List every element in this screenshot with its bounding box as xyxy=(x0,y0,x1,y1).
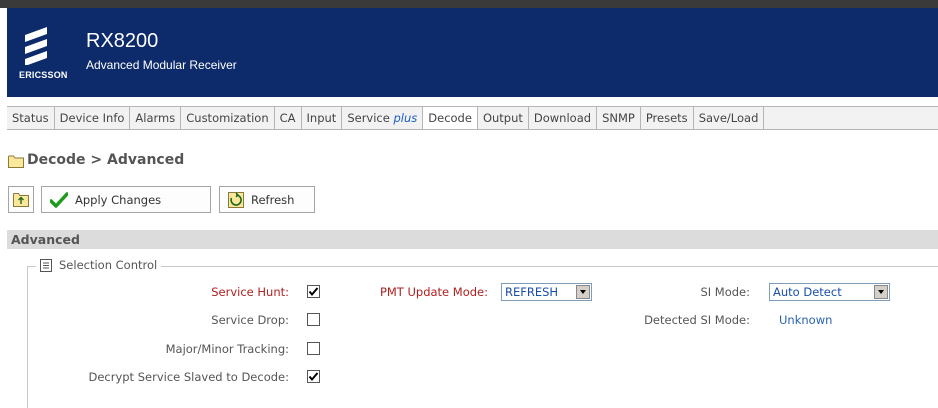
list-icon xyxy=(40,258,52,272)
top-strip xyxy=(0,0,938,8)
pmt-update-mode-select[interactable]: REFRESH xyxy=(501,283,592,301)
pmt-update-mode-value: REFRESH xyxy=(505,285,559,299)
si-mode-select[interactable]: Auto Detect xyxy=(769,283,890,301)
si-mode-value: Auto Detect xyxy=(773,285,842,299)
folder-up-icon xyxy=(13,193,29,207)
tab-service-label: Service xyxy=(347,111,394,125)
check-icon xyxy=(308,287,319,297)
chevron-down-icon xyxy=(874,285,888,299)
apply-changes-label: Apply Changes xyxy=(75,192,162,207)
checkmark-icon xyxy=(50,191,68,208)
decrypt-service-slaved-checkbox[interactable] xyxy=(307,370,320,383)
up-level-button[interactable] xyxy=(8,186,34,213)
tab-customization[interactable]: Customization xyxy=(181,107,275,129)
main-tabs: Status Device Info Alarms Customization … xyxy=(7,106,938,130)
tab-service-plus[interactable]: Service plus xyxy=(342,107,424,129)
tab-ca[interactable]: CA xyxy=(275,107,302,129)
group-legend: Selection Control xyxy=(36,258,162,272)
refresh-label: Refresh xyxy=(251,192,295,207)
app-header: ERICSSON RX8200 Advanced Modular Receive… xyxy=(7,8,938,97)
decrypt-service-slaved-label: Decrypt Service Slaved to Decode: xyxy=(88,370,289,384)
tab-decode[interactable]: Decode xyxy=(423,107,478,129)
service-drop-label: Service Drop: xyxy=(211,313,289,327)
service-hunt-checkbox[interactable] xyxy=(307,285,320,298)
tab-output[interactable]: Output xyxy=(478,107,529,129)
tab-device-info[interactable]: Device Info xyxy=(55,107,131,129)
section-header: Advanced xyxy=(7,230,938,249)
pmt-update-mode-label: PMT Update Mode: xyxy=(379,285,488,299)
si-mode-label: SI Mode: xyxy=(700,285,750,299)
tab-alarms[interactable]: Alarms xyxy=(130,107,182,129)
refresh-button[interactable]: Refresh xyxy=(219,186,315,213)
major-minor-tracking-checkbox[interactable] xyxy=(307,342,320,355)
major-minor-tracking-label: Major/Minor Tracking: xyxy=(165,342,289,356)
refresh-icon xyxy=(228,191,244,208)
tab-service-plus-suffix: plus xyxy=(393,111,418,125)
detected-si-mode-value: Unknown xyxy=(779,313,833,327)
detected-si-mode-label: Detected SI Mode: xyxy=(644,313,750,327)
page-title: Decode > Advanced xyxy=(27,152,185,168)
tab-snmp[interactable]: SNMP xyxy=(597,107,641,129)
tab-status[interactable]: Status xyxy=(7,107,55,129)
service-drop-checkbox[interactable] xyxy=(307,313,320,326)
tab-download[interactable]: Download xyxy=(529,107,598,129)
tab-presets[interactable]: Presets xyxy=(641,107,694,129)
brand-name: ERICSSON xyxy=(19,70,68,80)
product-subtitle: Advanced Modular Receiver xyxy=(86,58,237,72)
product-name: RX8200 xyxy=(86,30,159,52)
service-hunt-label: Service Hunt: xyxy=(211,285,289,299)
tab-save-load[interactable]: Save/Load xyxy=(694,107,765,129)
group-legend-label: Selection Control xyxy=(59,258,158,272)
ericsson-logo-icon xyxy=(25,27,47,65)
check-icon xyxy=(308,372,319,382)
folder-icon xyxy=(8,155,24,168)
apply-changes-button[interactable]: Apply Changes xyxy=(41,186,211,213)
tab-input[interactable]: Input xyxy=(302,107,343,129)
chevron-down-icon xyxy=(576,285,590,299)
